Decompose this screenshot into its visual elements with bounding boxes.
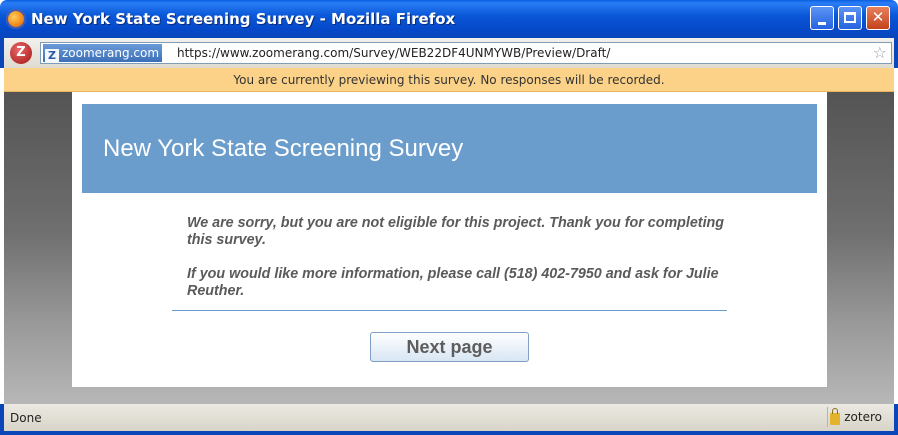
content-viewport: New York State Screening Survey We are s… [4,92,894,404]
url-input[interactable]: https://www.zoomerang.com/Survey/WEB22DF… [177,46,610,60]
zotero-icon[interactable]: Z [10,42,32,64]
survey-header: New York State Screening Survey [82,104,817,193]
minimize-icon [818,22,826,25]
bookmark-star-icon[interactable]: ☆ [873,43,887,63]
survey-panel: New York State Screening Survey We are s… [72,92,827,387]
window-title: New York State Screening Survey - Mozill… [31,10,456,28]
preview-notice: You are currently previewing this survey… [4,68,894,92]
status-bar: Done zotero [0,404,898,435]
site-identity-button[interactable]: Zzoomerang.com [43,44,163,63]
lock-icon[interactable] [830,408,841,425]
ineligible-message: We are sorry, but you are not eligible f… [187,215,725,248]
divider [172,310,727,311]
next-page-button[interactable]: Next page [370,332,529,362]
status-addons: zotero [827,407,886,427]
zoomerang-favicon-icon: Z [45,49,59,63]
status-text: Done [10,411,42,425]
close-icon: ✕ [871,8,885,26]
contact-message: If you would like more information, plea… [187,266,719,299]
survey-message: We are sorry, but you are not eligible f… [187,215,742,300]
firefox-icon [6,9,26,29]
maximize-icon [844,12,856,23]
navigation-bar: Z Zzoomerang.com https://www.zoomerang.c… [0,38,898,68]
minimize-button[interactable] [810,6,834,30]
survey-title: New York State Screening Survey [103,135,464,162]
site-identity-label: zoomerang.com [62,46,160,60]
zotero-status-button[interactable]: zotero [844,410,882,424]
url-bar[interactable]: Zzoomerang.com https://www.zoomerang.com… [40,42,892,64]
close-button[interactable]: ✕ [866,6,890,30]
window-title-bar: New York State Screening Survey - Mozill… [0,0,898,38]
maximize-button[interactable] [838,6,862,30]
